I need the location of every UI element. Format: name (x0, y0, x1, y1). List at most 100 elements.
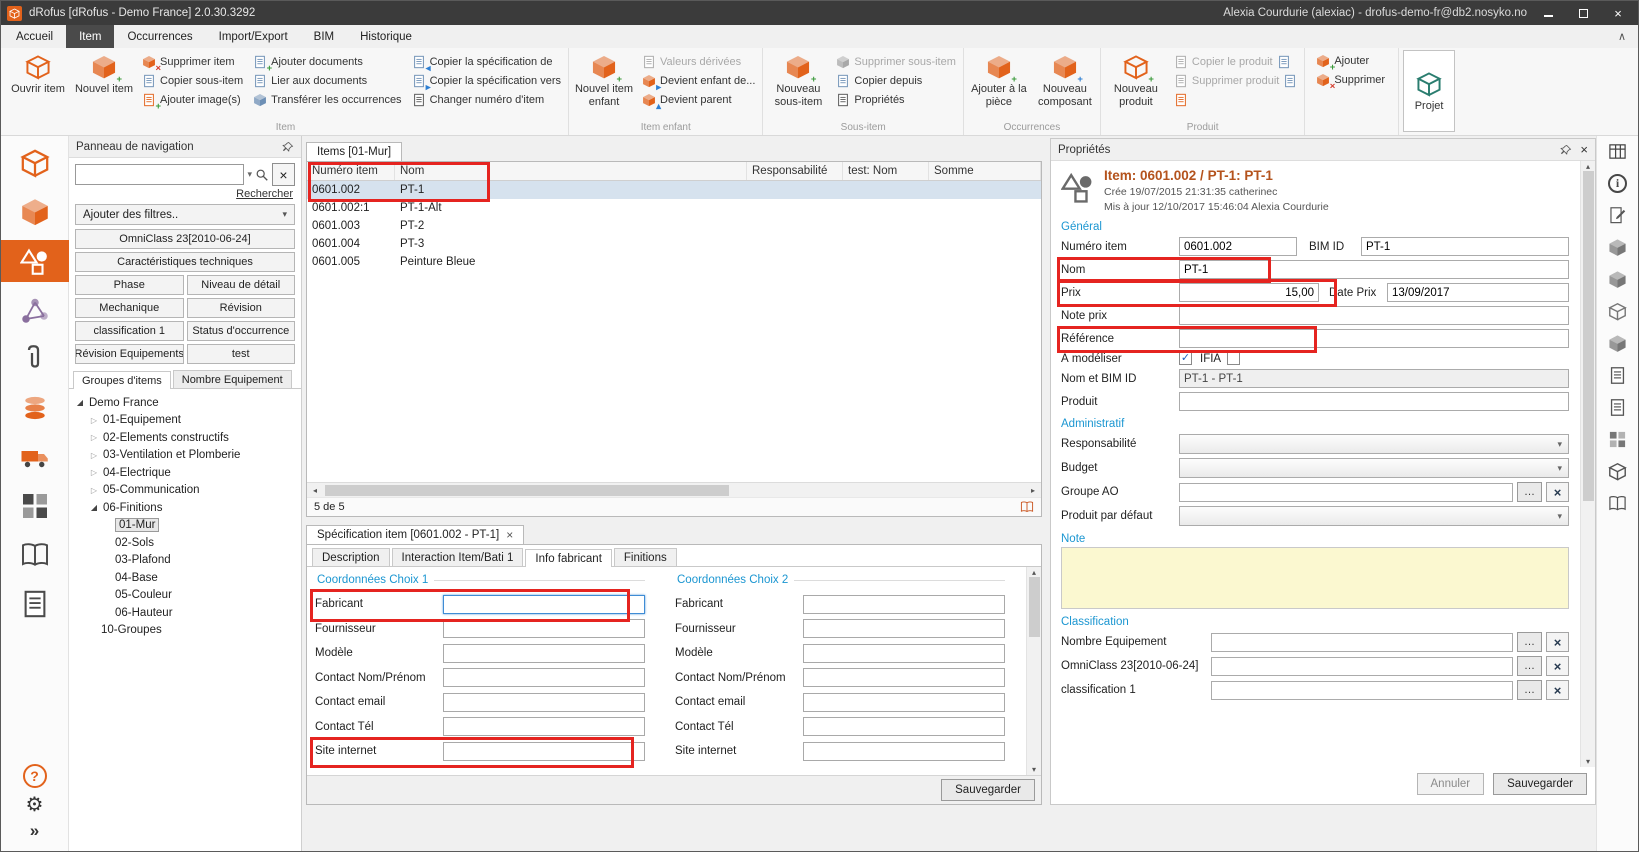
scroll-right-icon[interactable]: ▸ (1025, 486, 1041, 495)
column-header-numero[interactable]: Numéro item (307, 162, 395, 180)
layout-grid-icon[interactable] (1604, 140, 1632, 163)
scroll-up-icon[interactable]: ▴ (1026, 568, 1042, 577)
budget-select[interactable]: ▾ (1179, 458, 1569, 478)
prix-input[interactable] (1179, 283, 1319, 302)
scroll-up-icon[interactable]: ▴ (1580, 162, 1596, 171)
horizontal-scrollbar[interactable]: ◂ ▸ (307, 482, 1041, 497)
expander-icon[interactable]: ▷ (89, 433, 99, 442)
scroll-left-icon[interactable]: ◂ (307, 486, 323, 495)
catalog-book-icon[interactable] (1020, 500, 1034, 514)
column-header-responsabilite[interactable]: Responsabilité (747, 162, 843, 180)
tree-node[interactable]: ▷01-Equipement (71, 412, 299, 430)
scroll-down-icon[interactable]: ▾ (1580, 757, 1596, 766)
numero-item-input[interactable] (1179, 237, 1297, 256)
tree-node[interactable]: 04-Base (71, 569, 299, 587)
tab-groupes-items[interactable]: Groupes d'items (73, 371, 171, 389)
nom-input[interactable] (1179, 260, 1569, 279)
expander-icon[interactable]: ▷ (89, 416, 99, 425)
browse-button[interactable]: … (1517, 656, 1542, 676)
browse-button[interactable]: … (1517, 632, 1542, 652)
table-row[interactable]: 0601.004 PT-3 (307, 235, 1041, 253)
collapse-ribbon-button[interactable]: ∧ (1608, 25, 1636, 48)
scrollbar-thumb[interactable] (1583, 171, 1594, 501)
search-link[interactable]: Rechercher (69, 186, 301, 201)
column-header-nom[interactable]: Nom (395, 162, 747, 180)
fabricant-input-1[interactable] (443, 595, 645, 614)
contact-email-input-2[interactable] (803, 693, 1005, 712)
tab-finitions[interactable]: Finitions (614, 548, 677, 566)
filter-mechanique[interactable]: Mechanique (75, 298, 184, 318)
site-internet-input-2[interactable] (803, 742, 1005, 761)
settings-button[interactable]: ⚙ (26, 795, 44, 815)
search-dropdown-icon[interactable]: ▾ (247, 169, 252, 180)
clear-search-button[interactable]: × (272, 163, 295, 186)
clear-button[interactable]: × (1546, 632, 1569, 652)
copier-le-produit-button[interactable]: Copier le produit (1171, 53, 1300, 71)
filter-phase[interactable]: Phase (75, 275, 184, 295)
tab-interaction-item-bati[interactable]: Interaction Item/Bati 1 (392, 548, 524, 566)
transferer-occurrences-button[interactable]: Transférer les occurrences (250, 91, 404, 109)
copier-sous-item-button[interactable]: Copier sous-item (139, 72, 246, 90)
reference-input[interactable] (1179, 329, 1569, 348)
scrollbar-thumb[interactable] (1029, 577, 1040, 637)
sidebar-item-project[interactable] (1, 142, 69, 184)
date-prix-input[interactable] (1387, 283, 1569, 302)
browse-button[interactable]: … (1517, 680, 1542, 700)
classification-1-input[interactable] (1211, 681, 1513, 700)
ajouter-a-la-piece-button[interactable]: + Ajouter à la pièce (968, 50, 1030, 121)
close-button[interactable]: × (1604, 1, 1632, 25)
derived-values-icon[interactable] (1604, 300, 1632, 323)
bim-id-input[interactable] (1361, 237, 1569, 256)
expander-icon[interactable]: ▷ (89, 451, 99, 460)
devient-parent-button[interactable]: ▴Devient parent (639, 91, 758, 109)
modele-input-1[interactable] (443, 644, 645, 663)
ifia-checkbox[interactable] (1227, 352, 1240, 365)
item-log-icon[interactable] (1604, 492, 1632, 515)
supprimer-item-existant-button[interactable]: ×Supprimer (1313, 71, 1388, 89)
products-icon[interactable] (1604, 332, 1632, 355)
tree-node[interactable]: ▷04-Electrique (71, 464, 299, 482)
ajouter-documents-button[interactable]: +Ajouter documents (250, 53, 404, 71)
tree-node[interactable]: 06-Hauteur (71, 604, 299, 622)
tab-item[interactable]: Item (66, 25, 114, 48)
tab-historique[interactable]: Historique (347, 25, 425, 48)
filter-caracteristiques[interactable]: Caractéristiques techniques (75, 252, 295, 272)
sidebar-item-models[interactable] (1, 191, 69, 233)
copier-depuis-button[interactable]: Copier depuis (833, 72, 958, 90)
lier-aux-documents-button[interactable]: Lier aux documents (250, 72, 404, 90)
filter-revision-equipements[interactable]: Révision Equipements (75, 344, 184, 364)
contact-nom-input-1[interactable] (443, 668, 645, 687)
help-button[interactable]: ? (23, 764, 47, 788)
sidebar-item-attachments[interactable] (1, 338, 69, 380)
expander-icon[interactable]: ▷ (89, 486, 99, 495)
filter-omniclass[interactable]: OmniClass 23[2010-06-24] (75, 229, 295, 249)
properties-vertical-scrollbar[interactable]: ▴ ▾ (1580, 161, 1595, 767)
column-header-test-nom[interactable]: test: Nom (843, 162, 929, 180)
nouveau-composant-button[interactable]: + Nouveau composant (1034, 50, 1096, 121)
filter-revision[interactable]: Révision (187, 298, 296, 318)
contact-tel-input-1[interactable] (443, 717, 645, 736)
tab-info-fabricant[interactable]: Info fabricant (525, 549, 611, 567)
ouvrir-item-button[interactable]: Ouvrir item (7, 50, 69, 121)
filter-classification-1[interactable]: classification 1 (75, 321, 184, 341)
cancel-button[interactable]: Annuler (1417, 773, 1485, 795)
projet-button[interactable]: Projet (1403, 50, 1455, 132)
contact-email-input-1[interactable] (443, 693, 645, 712)
produit-input[interactable] (1179, 392, 1569, 411)
a-modeliser-checkbox[interactable]: ✓ (1179, 352, 1192, 365)
table-row[interactable]: 0601.003 PT-2 (307, 217, 1041, 235)
tree-node-finitions[interactable]: ◢06-Finitions (71, 499, 299, 517)
valeurs-derivees-button[interactable]: Valeurs dérivées (639, 53, 758, 71)
search-input[interactable] (75, 164, 244, 185)
images-icon[interactable] (1604, 396, 1632, 419)
filter-test[interactable]: test (187, 344, 296, 364)
expander-icon[interactable]: ◢ (75, 398, 85, 407)
supprimer-produit-button[interactable]: Supprimer produit (1171, 72, 1300, 90)
tab-specification-item[interactable]: Spécification item [0601.002 - PT-1] × (306, 525, 524, 544)
tree-node-01-mur[interactable]: 01-Mur (71, 517, 299, 535)
sidebar-item-items[interactable] (1, 240, 69, 282)
sidebar-item-rooms[interactable] (1, 289, 69, 331)
nouveau-sous-item-button[interactable]: + Nouveau sous-item (767, 50, 829, 121)
changer-numero-item-button[interactable]: Changer numéro d'item (409, 91, 564, 109)
browse-button[interactable]: … (1517, 482, 1542, 502)
